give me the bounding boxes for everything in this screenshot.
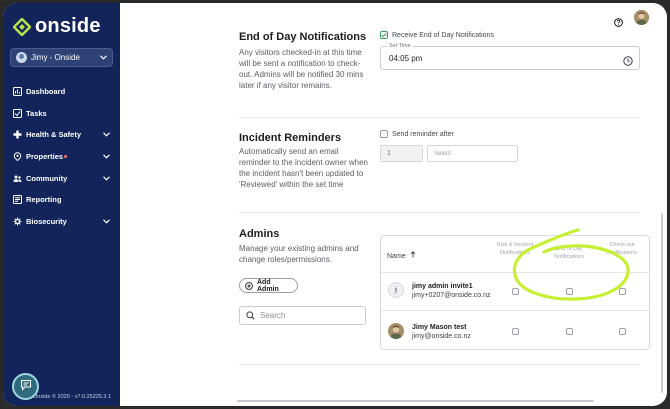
sidebar-item-biosecurity[interactable]: Biosecurity	[3, 211, 120, 233]
sidebar-nav: Dashboard Tasks Health & Safety Properti…	[3, 81, 120, 232]
search-placeholder: Search	[260, 311, 286, 320]
section-divider	[239, 364, 640, 365]
sidebar-item-label: Health & Safety	[26, 130, 82, 140]
health-safety-icon	[13, 130, 22, 139]
admin-email: jimy+0207@onside.co.nz	[412, 292, 491, 299]
add-admin-label: Add Admin	[257, 278, 279, 293]
user-selector-label: Jimy - Onside	[31, 53, 80, 62]
chevron-down-icon	[103, 130, 110, 139]
sidebar-item-label: Properties	[26, 152, 64, 162]
row-divider	[381, 310, 649, 311]
admins-title: Admins	[239, 228, 280, 240]
sidebar-item-community[interactable]: Community	[3, 167, 120, 189]
sidebar-item-dashboard[interactable]: Dashboard	[3, 81, 120, 103]
plus-circle-icon	[245, 281, 253, 290]
incident-checkbox-row[interactable]: Send reminder after	[380, 130, 454, 138]
sidebar: onside Jimy - Onside Dashboard Tasks Hea…	[3, 3, 120, 406]
send-reminder-checkbox[interactable]	[380, 130, 388, 138]
user-avatar-icon	[16, 52, 27, 63]
admins-description: Manage your existing admins and change r…	[239, 244, 359, 264]
notification-dot	[64, 155, 68, 159]
biosecurity-icon	[13, 217, 22, 226]
search-icon	[246, 311, 255, 320]
app-window: onside Jimy - Onside Dashboard Tasks Hea…	[3, 3, 667, 406]
end-of-day-checkbox-row[interactable]: Receive End of Day Notifications	[380, 31, 494, 39]
end-of-day-description: Any visitors checked-in at this time wil…	[239, 48, 364, 90]
dashboard-icon	[13, 87, 22, 97]
profile-avatar[interactable]	[634, 10, 649, 25]
logo-text: onside	[35, 15, 101, 37]
incident-reminders-title: Incident Reminders	[239, 132, 342, 144]
reminder-unit-select[interactable]: Select	[427, 145, 518, 162]
help-icon[interactable]	[614, 14, 623, 32]
horizontal-scrollbar[interactable]	[237, 400, 594, 402]
end-of-day-row-checkbox[interactable]	[566, 328, 573, 335]
admin-email: jimy@onside.co.nz	[412, 333, 471, 340]
annotation-circle-highlight	[512, 228, 630, 301]
sidebar-item-label: Tasks	[26, 108, 47, 118]
avatar	[388, 323, 404, 339]
send-reminder-label: Send reminder after	[392, 130, 454, 138]
set-time-label: Set Time	[387, 43, 413, 49]
end-of-day-checkbox[interactable]	[380, 31, 388, 39]
sidebar-item-label: Biosecurity	[26, 216, 67, 226]
end-of-day-checkbox-label: Receive End of Day Notifications	[392, 31, 494, 39]
set-time-value: 04:05 pm	[389, 54, 423, 63]
name-header-label: Name	[387, 253, 406, 260]
reporting-icon	[13, 195, 22, 205]
chevron-down-icon	[103, 174, 110, 183]
section-divider	[239, 117, 640, 118]
risk-incident-checkbox[interactable]	[512, 328, 519, 335]
avatar: ji	[388, 282, 404, 298]
tasks-icon	[13, 108, 22, 118]
sidebar-item-properties[interactable]: Properties	[3, 146, 120, 168]
properties-icon	[13, 152, 22, 162]
add-admin-button[interactable]: Add Admin	[239, 278, 298, 293]
incident-reminders-description: Automatically send an email reminder to …	[239, 147, 368, 189]
sidebar-item-health-safety[interactable]: Health & Safety	[3, 124, 120, 146]
version-text: Onside © 2025 - v7.0.25225.3.1	[33, 394, 112, 400]
vertical-scrollbar[interactable]	[661, 213, 663, 393]
sidebar-item-tasks[interactable]: Tasks	[3, 103, 120, 125]
chat-icon	[20, 378, 32, 396]
admin-name: Jimy Mason test	[412, 324, 467, 331]
reminder-number-input[interactable]: 1	[380, 145, 423, 162]
community-icon	[13, 174, 22, 183]
onside-logo-icon	[12, 16, 32, 37]
user-selector[interactable]: Jimy - Onside	[10, 48, 113, 67]
sidebar-item-label: Dashboard	[26, 87, 66, 97]
chevron-down-icon	[103, 152, 110, 161]
sidebar-item-reporting[interactable]: Reporting	[3, 189, 120, 211]
onside-logo[interactable]: onside	[12, 15, 101, 38]
sidebar-item-label: Reporting	[26, 195, 62, 205]
clock-icon[interactable]	[623, 53, 633, 71]
check-out-checkbox[interactable]	[619, 328, 626, 335]
sort-arrow-up-icon	[410, 251, 416, 260]
sidebar-item-label: Community	[26, 173, 68, 183]
section-divider	[239, 212, 640, 213]
set-time-field[interactable]: Set Time 04:05 pm	[380, 43, 640, 71]
chevron-down-icon	[100, 53, 107, 62]
admin-search-input[interactable]: Search	[239, 306, 366, 325]
admin-name: jimy admin invite1	[412, 283, 473, 290]
end-of-day-title: End of Day Notifications	[239, 31, 367, 43]
name-column-header[interactable]: Name	[387, 251, 416, 260]
chevron-down-icon	[103, 217, 110, 226]
